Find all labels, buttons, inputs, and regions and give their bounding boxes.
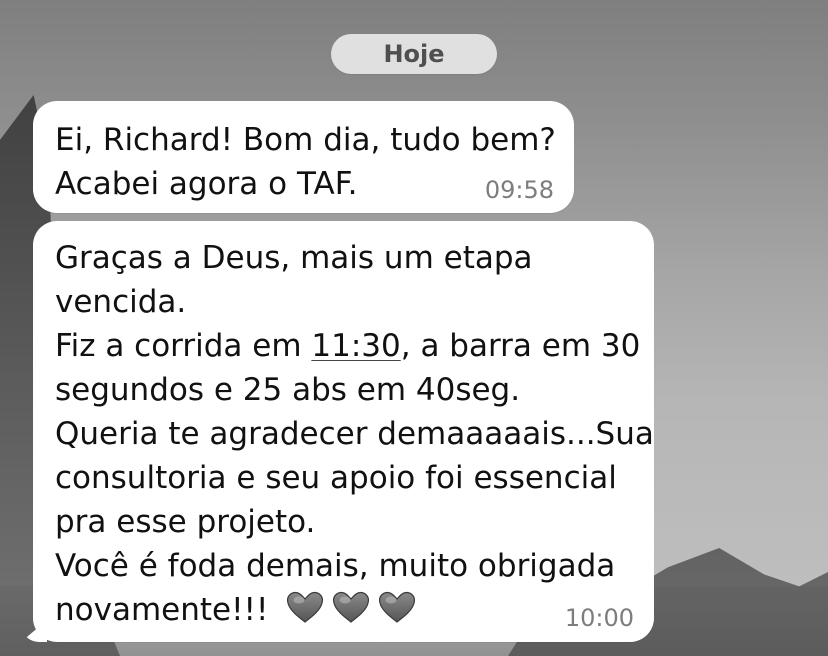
message-line: pra esse projeto. bbox=[55, 504, 316, 540]
gray-heart-icon bbox=[286, 591, 324, 625]
message-line: vencida. bbox=[55, 284, 187, 320]
message-timestamp: 10:00 bbox=[564, 604, 634, 632]
gray-heart-icon bbox=[378, 591, 416, 625]
message-line: Graças a Deus, mais um etapa bbox=[55, 240, 533, 276]
gray-heart-icon bbox=[332, 591, 370, 625]
incoming-message-bubble[interactable]: Ei, Richard! Bom dia, tudo bem? Acabei a… bbox=[33, 101, 574, 213]
emoji-hearts bbox=[286, 591, 416, 625]
message-line: Acabei agora o TAF. bbox=[55, 166, 358, 202]
message-line: segundos e 25 abs em 40seg. bbox=[55, 372, 521, 408]
message-line: consultoria e seu apoio foi essencial bbox=[55, 460, 617, 496]
message-line-with-emoji: novamente!!! bbox=[55, 588, 632, 632]
message-line: Queria te agradecer demaaaaais...Sua bbox=[55, 416, 654, 452]
message-text-suffix: , a barra em 30 bbox=[400, 328, 641, 364]
message-timestamp: 09:58 bbox=[484, 176, 554, 204]
message-line: Você é foda demais, muito obrigada bbox=[55, 548, 616, 584]
message-text-prefix: Fiz a corrida em bbox=[55, 328, 312, 364]
message-line-text: novamente!!! bbox=[55, 592, 269, 628]
date-separator: Hoje bbox=[331, 34, 497, 74]
message-line-with-time: Fiz a corrida em 11:30, a barra em 30 bbox=[55, 324, 640, 368]
date-separator-label: Hoje bbox=[383, 40, 445, 68]
message-line: Ei, Richard! Bom dia, tudo bem? bbox=[55, 122, 556, 158]
detected-time-link[interactable]: 11:30 bbox=[311, 328, 400, 364]
incoming-message-bubble[interactable]: Graças a Deus, mais um etapa vencida. Fi… bbox=[33, 221, 654, 642]
